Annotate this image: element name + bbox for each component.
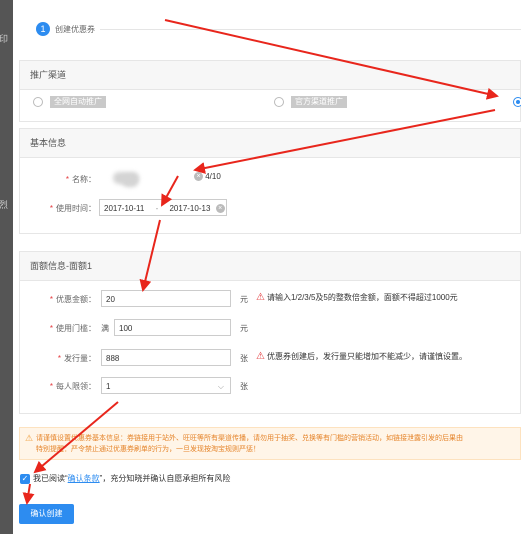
clear-icon[interactable]: ×: [194, 172, 203, 182]
limit-select-value: 1: [106, 382, 111, 391]
name-char-count: 4/10: [205, 172, 221, 181]
chevron-down-icon: ⌵: [217, 382, 224, 391]
threshold-prefix: 满: [101, 324, 109, 333]
risk-notice: ⚠ 请谨慎设置优惠券基本信息：券链接用于站外、旺旺等所有渠道传播，请勿用于抽奖、…: [19, 427, 521, 460]
threshold-unit: 元: [240, 324, 248, 333]
background-sidebar-strip: 印 烈: [0, 0, 13, 534]
confirm-create-button[interactable]: 确认创建: [19, 504, 74, 524]
step-indicator: 1 创建优惠券: [36, 22, 95, 36]
issue-warning: ⚠ 优惠券创建后，发行量只能增加不能减少，请谨慎设置。: [256, 351, 467, 362]
arrow-to-confirm: [22, 483, 35, 505]
channel-radio-auto[interactable]: [33, 97, 43, 107]
channel-option-auto-label[interactable]: 全网自动推广: [50, 96, 106, 108]
amount-input[interactable]: 20: [101, 290, 231, 307]
issue-unit: 张: [240, 354, 248, 363]
step-divider: [100, 29, 521, 30]
risk-notice-line-2: 特别提醒：严令禁止通过优惠券刷单的行为，一旦发现按淘宝规则严惩！: [36, 446, 260, 453]
step-label: 创建优惠券: [55, 24, 95, 34]
channel-panel: 推广渠道: [19, 60, 521, 122]
date-separator: -: [155, 204, 159, 213]
issue-label: * 发行量：: [57, 354, 96, 363]
name-input-suffix: × 4/10: [194, 172, 221, 182]
risk-notice-line-1: 请谨慎设置优惠券基本信息：券链接用于站外、旺旺等所有渠道传播，请勿用于抽奖、兑换…: [36, 435, 463, 442]
step-number-badge: 1: [36, 22, 50, 36]
agreement-text: 我已阅读“确认条款”，充分知晓并确认自愿承担所有风险: [33, 474, 231, 483]
amount-warning: ⚠ 请输入1/2/3/5及5的整数倍金额，面额不得超过1000元: [256, 292, 458, 303]
clear-icon[interactable]: ×: [215, 204, 225, 214]
risk-notice-text: 请谨慎设置优惠券基本信息：券链接用于站外、旺旺等所有渠道传播，请勿用于抽奖、兑换…: [36, 433, 518, 455]
limit-unit: 张: [240, 382, 248, 391]
denomination-title: 面额信息-面额1: [20, 252, 520, 281]
amount-unit: 元: [240, 295, 248, 304]
warning-icon: ⚠: [256, 351, 265, 362]
threshold-label: * 使用门槛：: [49, 324, 96, 333]
warning-icon: ⚠: [256, 292, 265, 303]
threshold-input[interactable]: 100: [114, 319, 231, 336]
issue-input[interactable]: 888: [101, 349, 231, 366]
end-date: 2017-10-13: [169, 204, 211, 213]
time-label: * 使用时间：: [49, 204, 96, 213]
agreement-checkbox[interactable]: ✓: [20, 474, 30, 484]
channel-radio-selected[interactable]: [513, 97, 521, 107]
name-value-blurred: [122, 175, 138, 187]
basic-info-title: 基本信息: [20, 129, 520, 158]
limit-label: * 每人限领：: [49, 382, 96, 391]
start-date: 2017-10-11: [104, 204, 145, 213]
channel-panel-title: 推广渠道: [20, 61, 520, 90]
channel-option-official-label[interactable]: 官方渠道推广: [291, 96, 347, 108]
limit-select[interactable]: 1 ⌵: [101, 377, 231, 394]
amount-label: * 优惠金额：: [49, 295, 96, 304]
channel-radio-official[interactable]: [274, 97, 284, 107]
warning-icon: ⚠: [25, 433, 34, 443]
name-label: * 名称：: [65, 175, 96, 184]
sidebar-glyph: 烈: [0, 200, 9, 210]
terms-link[interactable]: 确认条款: [68, 474, 100, 483]
date-range-input[interactable]: 2017-10-11 - 2017-10-13 ×: [99, 199, 227, 216]
sidebar-glyph: 印: [0, 34, 9, 44]
